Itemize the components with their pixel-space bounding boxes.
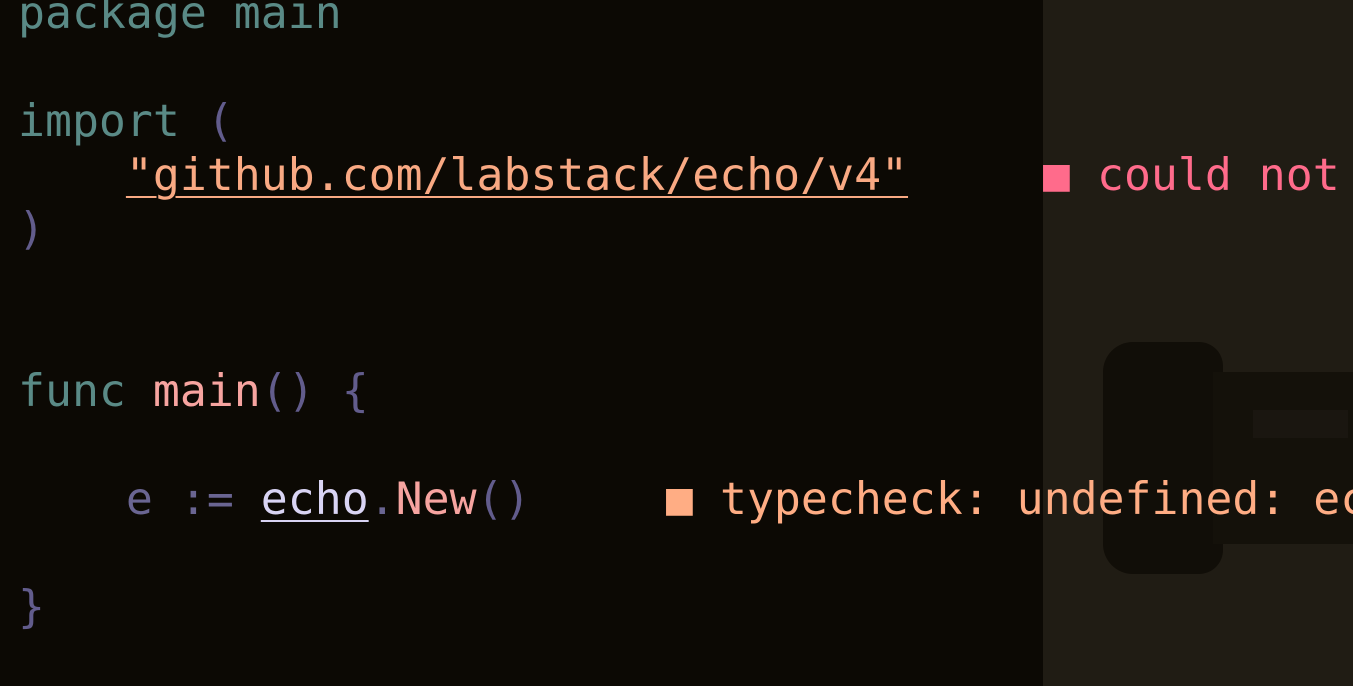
warning-text: typecheck: undefined: ec xyxy=(719,472,1353,525)
warning-diagnostic: ■ typecheck: undefined: ec xyxy=(666,472,1353,526)
operator: := xyxy=(179,472,234,525)
code-line-1: package main xyxy=(18,0,908,40)
paren: ( xyxy=(206,94,234,147)
code-line-8: func main() { xyxy=(18,364,908,418)
code-line-5: ) xyxy=(18,202,908,256)
code-editor[interactable]: package main import ( "github.com/labsta… xyxy=(18,0,1353,634)
parens: () xyxy=(260,364,315,417)
variable: e xyxy=(125,472,153,525)
code-line-12: } xyxy=(18,580,908,634)
function-call: New xyxy=(395,472,477,525)
brace: { xyxy=(341,364,369,417)
warning-square-icon: ■ xyxy=(666,472,693,525)
dot: . xyxy=(368,472,396,525)
paren: ) xyxy=(18,202,45,255)
package-name: main xyxy=(233,0,342,39)
error-diagnostic: ■ could not xyxy=(1043,148,1340,202)
parens: () xyxy=(476,472,531,525)
keyword: func xyxy=(18,364,126,417)
keyword: import xyxy=(18,94,180,147)
keyword: package xyxy=(18,0,207,39)
camera-image-lens xyxy=(1103,342,1223,574)
function-name: main xyxy=(152,364,261,417)
code-line-3: import ( xyxy=(18,94,908,148)
code-line-10: e := echo.New() ■ typecheck: undefined: e… xyxy=(18,472,1353,526)
brace: } xyxy=(18,580,45,633)
camera-image-label xyxy=(1253,410,1348,438)
import-path-link[interactable]: "github.com/labstack/echo/v4" xyxy=(126,148,908,201)
error-square-icon: ■ xyxy=(1043,148,1070,201)
error-text: could not xyxy=(1096,148,1340,201)
package-ref[interactable]: echo xyxy=(261,472,369,525)
background-image-panel xyxy=(1043,0,1353,686)
code-line-4: "github.com/labstack/echo/v4" ■ could not xyxy=(18,148,1340,202)
